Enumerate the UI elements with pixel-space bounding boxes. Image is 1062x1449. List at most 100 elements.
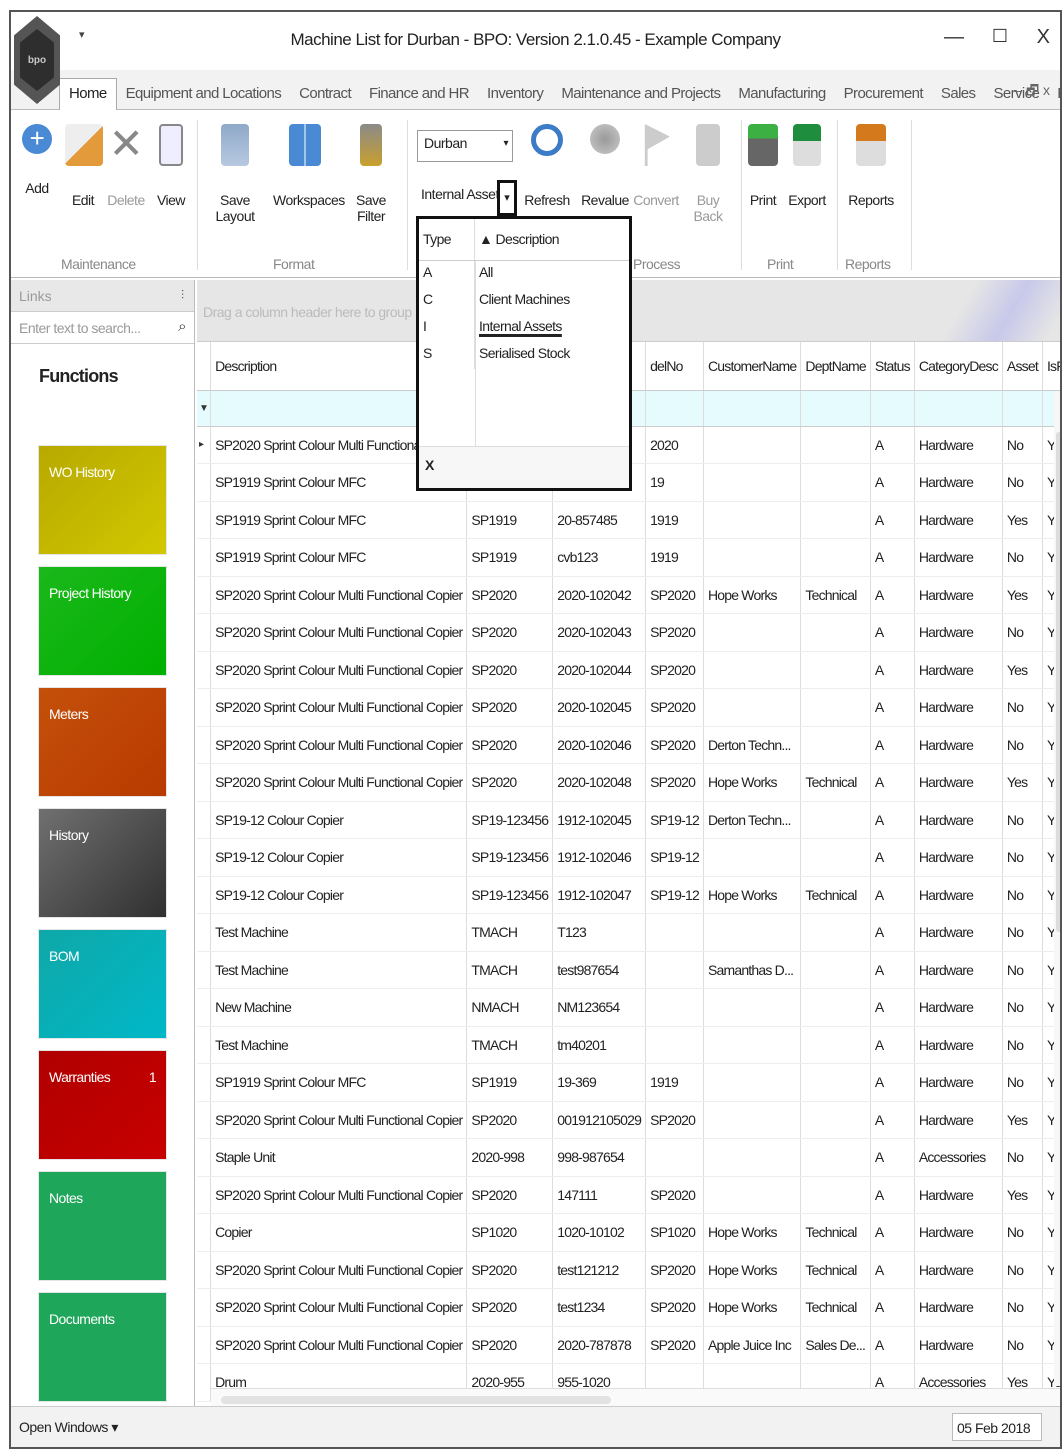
table-cell[interactable]: SP2020 [466, 1326, 554, 1364]
table-cell[interactable]: A [870, 1138, 915, 1177]
table-cell[interactable] [800, 651, 871, 689]
table-cell[interactable]: Copier [210, 1213, 468, 1252]
table-cell[interactable] [800, 1176, 871, 1214]
buy-back-button[interactable]: Buy Back [683, 124, 733, 224]
table-cell[interactable]: SP2020 [466, 613, 554, 652]
table-cell[interactable]: SP1919 [466, 1063, 554, 1102]
table-cell[interactable]: SP2020 [466, 1176, 554, 1214]
table-cell[interactable]: Samanthas D... [703, 951, 802, 989]
table-cell[interactable] [800, 726, 871, 764]
table-cell[interactable]: No [1002, 1251, 1043, 1289]
table-cell[interactable] [703, 1101, 802, 1139]
table-row[interactable]: SP2020 Sprint Colour Multi Functional Co… [197, 1101, 1060, 1139]
table-cell[interactable]: SP1020 [645, 1213, 704, 1252]
table-cell[interactable]: 2020-102046 [552, 726, 647, 764]
table-cell[interactable]: NM123654 [552, 988, 647, 1027]
tile-documents[interactable]: Documents [39, 1293, 166, 1401]
dropdown-col-type[interactable]: Type [419, 219, 475, 260]
table-cell[interactable]: Hardware [914, 1251, 1003, 1289]
table-cell[interactable]: Hardware [914, 838, 1003, 877]
table-cell[interactable]: Hardware [914, 501, 1003, 539]
dropdown-option[interactable]: C Client Machines [419, 288, 629, 315]
table-cell[interactable]: SP1919 Sprint Colour MFC [210, 501, 468, 539]
table-cell[interactable]: A [870, 763, 915, 802]
table-cell[interactable]: SP19-12 [645, 876, 704, 914]
table-cell[interactable]: Staple Unit [210, 1138, 468, 1177]
table-cell[interactable]: SP19-12 Colour Copier [210, 876, 468, 914]
table-cell[interactable]: A [870, 1288, 915, 1327]
table-row[interactable]: SP2020 Sprint Colour Multi Functional Co… [197, 651, 1060, 689]
table-row[interactable]: SP2020 Sprint Colour Multi Functional Co… [197, 726, 1060, 764]
table-cell[interactable]: 998-987654 [552, 1138, 647, 1177]
table-cell[interactable]: Hardware [914, 538, 1003, 577]
tab-inventory[interactable]: Inventory [478, 85, 552, 110]
table-cell[interactable]: SP2020 [645, 1101, 704, 1139]
table-cell[interactable]: 20-857485 [552, 501, 647, 539]
save-filter-button[interactable]: Save Filter [343, 124, 399, 224]
table-row[interactable]: SP2020 Sprint Colour Multi Functional Co… [197, 613, 1060, 652]
table-cell[interactable]: SP2020 [645, 763, 704, 802]
table-cell[interactable]: A [870, 1176, 915, 1214]
table-cell[interactable]: Yes [1002, 763, 1043, 802]
table-cell[interactable]: No [1002, 838, 1043, 877]
table-cell[interactable]: Test Machine [210, 951, 468, 989]
table-cell[interactable] [703, 1026, 802, 1064]
column-header[interactable]: IsFixedAsset [1042, 342, 1060, 391]
table-cell[interactable]: 19 [645, 463, 704, 502]
table-row[interactable]: SP2020 Sprint Colour Multi Functional Co… [197, 576, 1060, 614]
table-cell[interactable]: SP1919 Sprint Colour MFC [210, 1063, 468, 1102]
filter-cell[interactable] [870, 390, 915, 427]
print-button[interactable]: Print [747, 124, 779, 208]
tile-wo-history[interactable]: WO History [39, 446, 166, 554]
table-cell[interactable] [703, 838, 802, 877]
filter-cell[interactable] [914, 390, 1003, 427]
table-cell[interactable]: 1912-102047 [552, 876, 647, 914]
dropdown-col-description[interactable]: ▲ Description [475, 219, 563, 260]
table-cell[interactable]: SP1919 Sprint Colour MFC [210, 538, 468, 577]
table-cell[interactable]: 1919 [645, 1063, 704, 1102]
column-header[interactable]: CustomerName [703, 342, 802, 391]
table-cell[interactable]: A [870, 951, 915, 989]
tile-bom[interactable]: BOM [39, 930, 166, 1038]
table-cell[interactable] [800, 1101, 871, 1139]
table-cell[interactable]: Yes [1002, 651, 1043, 689]
table-row[interactable]: SP1919 Sprint Colour MFC SP1919 19-369 1919… [197, 1063, 1060, 1102]
table-cell[interactable]: A [870, 726, 915, 764]
table-cell[interactable]: No [1002, 988, 1043, 1027]
table-cell[interactable]: A [870, 651, 915, 689]
table-cell[interactable] [703, 613, 802, 652]
tab-procurement[interactable]: Procurement [835, 85, 932, 110]
table-cell[interactable]: SP2020 [645, 576, 704, 614]
table-cell[interactable]: test987654 [552, 951, 647, 989]
table-cell[interactable] [800, 538, 871, 577]
table-cell[interactable] [703, 426, 802, 464]
tab-home[interactable]: Home [59, 78, 117, 110]
table-cell[interactable]: No [1002, 1288, 1043, 1327]
table-cell[interactable]: SP2020 Sprint Colour Multi Functional Co… [210, 576, 468, 614]
table-cell[interactable]: SP2020 [645, 688, 704, 727]
dropdown-option[interactable]: I Internal Assets [419, 315, 629, 342]
table-cell[interactable]: SP2020 Sprint Colour Multi Functional Co… [210, 1251, 468, 1289]
table-cell[interactable]: SP1020 [466, 1213, 554, 1252]
table-cell[interactable] [800, 1063, 871, 1102]
table-cell[interactable]: SP2020 [645, 651, 704, 689]
table-row[interactable]: Copier SP1020 1020-10102 SP1020 Hope Works Te… [197, 1213, 1060, 1252]
tile-meters[interactable]: Meters [39, 688, 166, 796]
clear-icon[interactable]: X [425, 457, 434, 473]
table-cell[interactable]: A [870, 913, 915, 952]
table-cell[interactable]: Hardware [914, 613, 1003, 652]
date-field[interactable]: 05 Feb 2018 [952, 1413, 1042, 1441]
table-cell[interactable]: No [1002, 688, 1043, 727]
table-cell[interactable]: SP2020 [466, 1251, 554, 1289]
table-cell[interactable]: SP19-12 Colour Copier [210, 801, 468, 839]
table-cell[interactable]: Hardware [914, 463, 1003, 502]
table-cell[interactable] [703, 651, 802, 689]
table-cell[interactable]: test1234 [552, 1288, 647, 1327]
table-cell[interactable]: TMACH [466, 913, 554, 952]
table-cell[interactable]: SP2020 [645, 613, 704, 652]
table-cell[interactable]: No [1002, 1213, 1043, 1252]
workspaces-button[interactable]: Workspaces [273, 124, 345, 208]
table-cell[interactable]: Hope Works [703, 576, 802, 614]
table-cell[interactable] [800, 501, 871, 539]
table-cell[interactable]: No [1002, 613, 1043, 652]
